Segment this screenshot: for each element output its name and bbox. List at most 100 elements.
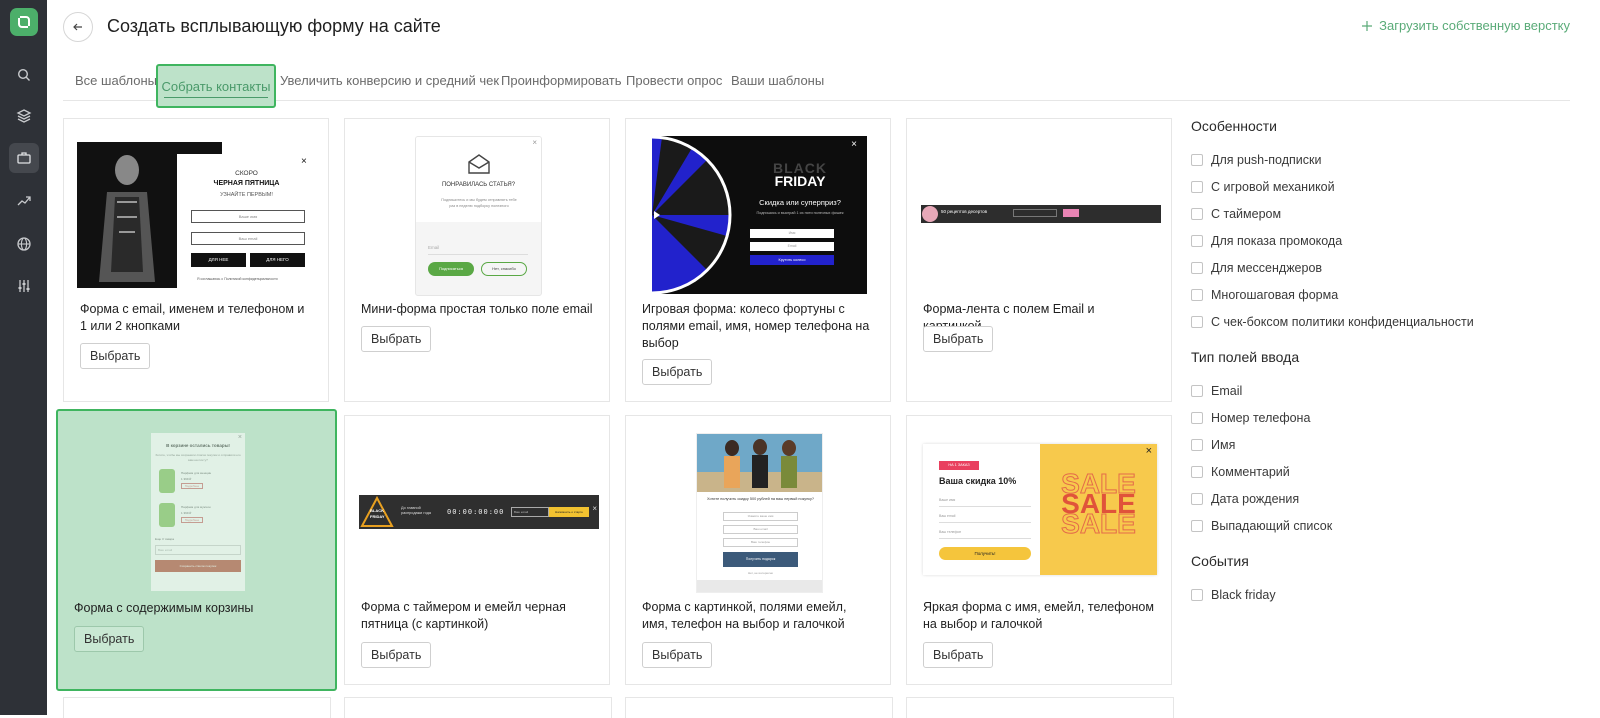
template-card[interactable]: Хотите получить скидку 500 рублей на ваш… (625, 415, 891, 685)
filter-label: Black friday (1211, 587, 1276, 602)
upload-label: Загрузить собственную верстку (1379, 18, 1570, 33)
close-icon: × (1145, 445, 1152, 457)
filter-label: Дата рождения (1211, 491, 1300, 506)
close-icon: × (851, 139, 857, 150)
filter-label: Выпадающий список (1211, 518, 1333, 533)
briefcase-icon[interactable] (9, 143, 39, 173)
template-preview: Хотите получить скидку 500 рублей на ваш… (696, 433, 823, 593)
globe-icon[interactable] (9, 229, 39, 259)
filter-privacy[interactable]: С чек-боксом политики конфиденциальности (1191, 308, 1591, 335)
checkbox[interactable] (1191, 234, 1203, 247)
search-icon[interactable] (9, 60, 39, 90)
tab-survey[interactable]: Провести опрос (626, 60, 722, 100)
filter-label: С таймером (1211, 206, 1282, 221)
upload-markup-link[interactable]: Загрузить собственную верстку (1361, 18, 1570, 33)
close-icon: × (301, 156, 307, 167)
filter-birthday[interactable]: Дата рождения (1191, 485, 1591, 512)
tab-collect-contacts[interactable]: Собрать контакты (156, 64, 276, 108)
tab-all-templates[interactable]: Все шаблоны (75, 60, 157, 100)
template-title: Форма с картинкой, полями емейл, имя, те… (642, 600, 847, 631)
filter-label: Для push-подписки (1211, 152, 1322, 167)
template-preview: × ПОНРАВИЛАСЬ СТАТЬЯ? Подпишитесь и мы б… (415, 136, 542, 296)
checkbox[interactable] (1191, 492, 1203, 505)
logo-icon[interactable] (10, 8, 38, 36)
template-card[interactable]: НА 1 ЗАКАЗ Ваша скидка 10% Ваше имя Ваш … (906, 415, 1172, 685)
preview-photo (77, 142, 177, 288)
template-title: Мини-форма простая только поле email (361, 302, 593, 316)
template-card[interactable]: × СКОРО ЧЕРНАЯ ПЯТНИЦА УЗНАЙТЕ ПЕРВЫМ! В… (63, 118, 329, 402)
select-button[interactable]: Выбрать (361, 326, 432, 352)
select-button[interactable]: Выбрать (642, 642, 713, 668)
filter-label: С чек-боксом политики конфиденциальности (1211, 314, 1474, 329)
models-image (697, 439, 822, 492)
filter-label: Для показа промокода (1211, 233, 1343, 248)
filter-label: Имя (1211, 437, 1236, 452)
back-button[interactable] (63, 12, 93, 42)
filter-email[interactable]: Email (1191, 377, 1591, 404)
checkbox[interactable] (1191, 384, 1203, 397)
checkbox[interactable] (1191, 288, 1203, 301)
sliders-icon[interactable] (9, 271, 39, 301)
select-button[interactable]: Выбрать (361, 642, 432, 668)
template-card[interactable]: × BLACK FRIDAY Скидка или суперприз? Под… (625, 118, 891, 402)
checkbox[interactable] (1191, 315, 1203, 328)
checkbox[interactable] (1191, 465, 1203, 478)
page-title: Создать всплывающую форму на сайте (107, 16, 441, 36)
envelope-icon (468, 154, 490, 174)
template-preview: BLACK FRIDAY До главной распродажи года … (359, 495, 599, 529)
filter-group-title: Особенности (1191, 118, 1277, 134)
layers-icon[interactable] (9, 101, 39, 131)
filter-group-title: Тип полей ввода (1191, 349, 1300, 365)
tab-bar: Все шаблоны Собрать контакты Увеличить к… (63, 60, 1570, 108)
checkbox[interactable] (1191, 411, 1203, 424)
filter-timer[interactable]: С таймером (1191, 200, 1591, 227)
filter-label: Email (1211, 383, 1243, 398)
tab-your-templates[interactable]: Ваши шаблоны (731, 60, 824, 100)
filter-black-friday[interactable]: Black friday (1191, 581, 1591, 608)
template-preview: × В корзине остались товары! Хотите, что… (151, 433, 245, 591)
tab-increase-conversion[interactable]: Увеличить конверсию и средний чек (280, 60, 499, 100)
select-button[interactable]: Выбрать (80, 343, 151, 369)
template-card[interactable]: × ПОНРАВИЛАСЬ СТАТЬЯ? Подпишитесь и мы б… (344, 118, 610, 402)
template-card[interactable]: 50 рецептов десертов Форма-лента с полем… (906, 118, 1172, 402)
filter-push[interactable]: Для push-подписки (1191, 146, 1591, 173)
filter-multistep[interactable]: Многошаговая форма (1191, 281, 1591, 308)
filter-group-title: События (1191, 553, 1249, 569)
close-icon: × (532, 138, 537, 147)
filter-messengers[interactable]: Для мессенджеров (1191, 254, 1591, 281)
filter-label: Для мессенджеров (1211, 260, 1323, 275)
select-button[interactable]: Выбрать (74, 626, 145, 652)
template-title: Форма с содержимым корзины (74, 601, 254, 615)
left-sidebar (0, 0, 47, 715)
fortune-wheel (652, 136, 732, 294)
model-image (99, 155, 155, 282)
checkbox[interactable] (1191, 588, 1203, 601)
filter-comment[interactable]: Комментарий (1191, 458, 1591, 485)
filter-promocode[interactable]: Для показа промокода (1191, 227, 1591, 254)
trend-icon[interactable] (9, 186, 39, 216)
filter-label: Номер телефона (1211, 410, 1311, 425)
checkbox[interactable] (1191, 207, 1203, 220)
filter-phone[interactable]: Номер телефона (1191, 404, 1591, 431)
tab-inform[interactable]: Проинформировать (501, 60, 622, 100)
filter-game[interactable]: С игровой механикой (1191, 173, 1591, 200)
filter-dropdown[interactable]: Выпадающий список (1191, 512, 1591, 539)
select-button[interactable]: Выбрать (923, 642, 994, 668)
checkbox[interactable] (1191, 519, 1203, 532)
select-button[interactable]: Выбрать (642, 359, 713, 385)
checkbox[interactable] (1191, 438, 1203, 451)
close-icon: × (592, 504, 597, 513)
arrow-left-icon (73, 23, 82, 31)
filter-name[interactable]: Имя (1191, 431, 1591, 458)
template-preview: 50 рецептов десертов (921, 205, 1161, 223)
template-preview: × BLACK FRIDAY Скидка или суперприз? Под… (652, 136, 867, 294)
template-preview: НА 1 ЗАКАЗ Ваша скидка 10% Ваше имя Ваш … (923, 444, 1157, 575)
template-card-selected[interactable]: × В корзине остались товары! Хотите, что… (56, 409, 337, 691)
filter-label: Многошаговая форма (1211, 287, 1339, 302)
checkbox[interactable] (1191, 261, 1203, 274)
checkbox[interactable] (1191, 180, 1203, 193)
select-button[interactable]: Выбрать (923, 326, 994, 352)
template-title: Форма с email, именем и телефоном и 1 ил… (80, 302, 305, 333)
checkbox[interactable] (1191, 153, 1203, 166)
template-card[interactable]: BLACK FRIDAY До главной распродажи года … (344, 415, 610, 685)
